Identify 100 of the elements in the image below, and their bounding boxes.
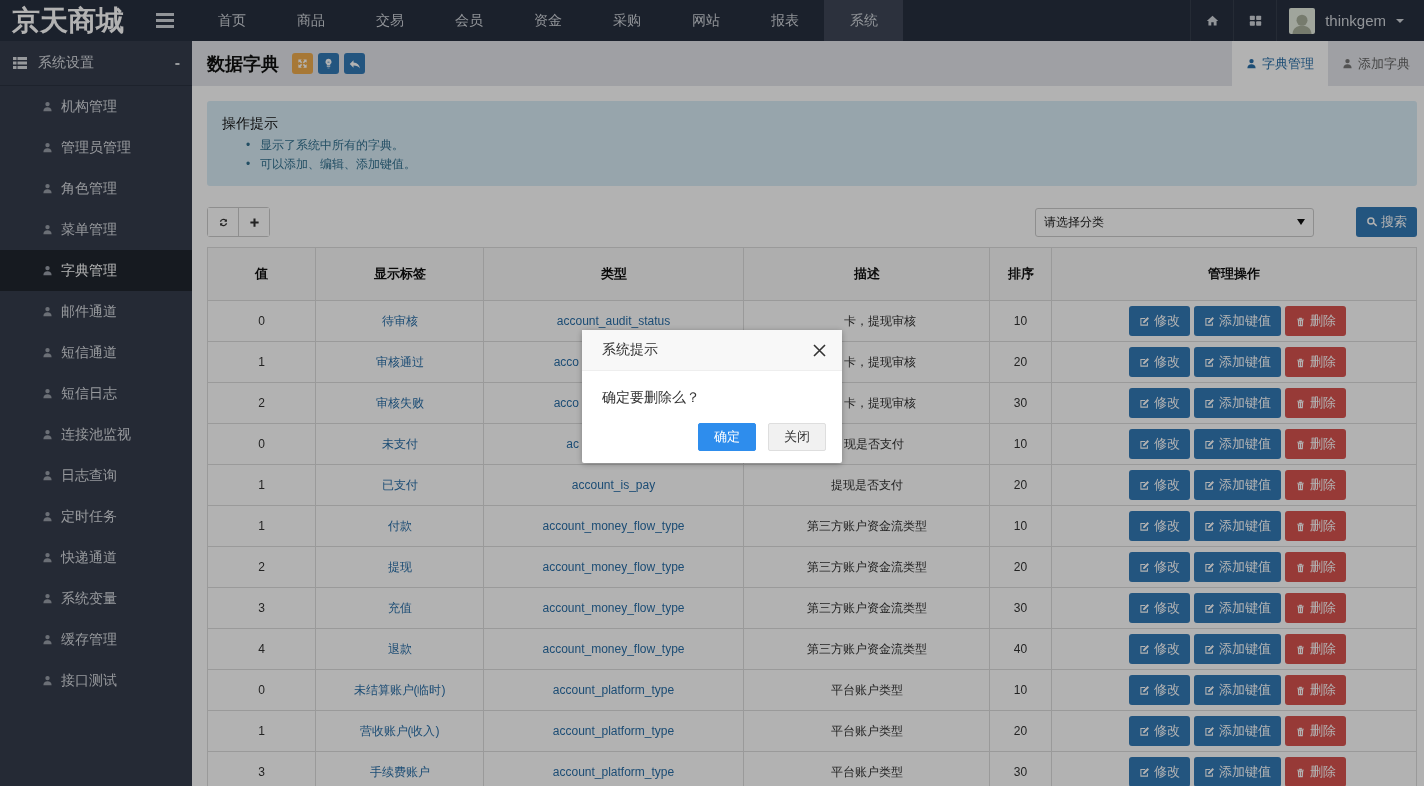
sidebar-item[interactable]: 日志查询 [0,455,192,496]
delete-button[interactable]: 删除 [1284,716,1346,746]
nav-tab[interactable]: 资金 [508,0,587,41]
sidebar-item[interactable]: 短信通道 [0,332,192,373]
menu-icon[interactable] [156,13,174,28]
user-icon [42,634,53,645]
edit-button[interactable]: 修改 [1128,757,1190,786]
add-key-button[interactable]: 添加键值 [1193,511,1281,541]
add-key-button[interactable]: 添加键值 [1193,675,1281,705]
add-key-button[interactable]: 添加键值 [1193,716,1281,746]
delete-button[interactable]: 删除 [1284,511,1346,541]
edit-button[interactable]: 修改 [1128,388,1190,418]
sidebar-item[interactable]: 角色管理 [0,168,192,209]
nav-tab[interactable]: 采购 [587,0,666,41]
add-key-button[interactable]: 添加键值 [1193,470,1281,500]
label-cell: 未结算账户(临时) [315,669,484,711]
edit-icon [1203,520,1215,532]
home-icon [1205,14,1219,27]
description-cell: 平台账户类型 [743,669,990,711]
dialog-title: 系统提示 [602,341,659,359]
add-key-button[interactable]: 添加键值 [1193,388,1281,418]
edit-icon [1203,602,1215,614]
sidebar-item[interactable]: 连接池监视 [0,414,192,455]
tip-button[interactable] [318,53,339,74]
delete-button[interactable]: 删除 [1284,634,1346,664]
table-cell: 3 [207,751,316,786]
grid-icon [1248,14,1262,27]
add-key-button[interactable]: 添加键值 [1193,306,1281,336]
nav-tab[interactable]: 商品 [271,0,350,41]
delete-button[interactable]: 删除 [1284,552,1346,582]
confirm-button[interactable]: 确定 [698,423,756,451]
close-button[interactable]: 关闭 [768,423,826,451]
edit-button[interactable]: 修改 [1128,675,1190,705]
tip-text: 可以添加、编辑、添加键值。 [260,155,417,172]
edit-button[interactable]: 修改 [1128,347,1190,377]
edit-button[interactable]: 修改 [1128,716,1190,746]
nav-tab[interactable]: 交易 [350,0,429,41]
search-button[interactable]: 搜索 [1356,207,1417,237]
sidebar-item[interactable]: 系统变量 [0,578,192,619]
delete-button[interactable]: 删除 [1284,429,1346,459]
add-button[interactable] [238,208,269,236]
nav-tab[interactable]: 会员 [429,0,508,41]
delete-button[interactable]: 删除 [1284,347,1346,377]
sidebar-item[interactable]: 缓存管理 [0,619,192,660]
edit-icon [1138,315,1150,327]
add-key-button[interactable]: 添加键值 [1193,429,1281,459]
edit-button[interactable]: 修改 [1128,470,1190,500]
column-header: 管理操作 [1051,247,1417,301]
edit-button[interactable]: 修改 [1128,593,1190,623]
page-tab[interactable]: 字典管理 [1232,41,1328,86]
nav-tab[interactable]: 首页 [192,0,271,41]
label-cell: 审核通过 [315,341,484,383]
add-key-button[interactable]: 添加键值 [1193,757,1281,786]
sidebar-item[interactable]: 接口测试 [0,660,192,701]
description-cell: 第三方账户资金流类型 [743,546,990,588]
edit-icon [1138,479,1150,491]
edit-icon [1203,766,1215,778]
back-button[interactable] [344,53,365,74]
edit-icon [1138,397,1150,409]
edit-button[interactable]: 修改 [1128,552,1190,582]
nav-tab[interactable]: 网站 [666,0,745,41]
delete-button[interactable]: 删除 [1284,675,1346,705]
edit-icon [1138,561,1150,573]
description-cell: 第三方账户资金流类型 [743,628,990,670]
reply-icon [348,57,361,70]
nav-tab[interactable]: 系统 [824,0,903,41]
delete-button[interactable]: 删除 [1284,593,1346,623]
sidebar-item[interactable]: 字典管理 [0,250,192,291]
description-cell: 第三方账户资金流类型 [743,587,990,629]
close-icon[interactable] [813,343,826,357]
sidebar-item[interactable]: 短信日志 [0,373,192,414]
user-icon [42,101,53,112]
collapse-toggle[interactable]: - [174,54,180,72]
edit-button[interactable]: 修改 [1128,511,1190,541]
label-cell: 已支付 [315,464,484,506]
sidebar-item[interactable]: 定时任务 [0,496,192,537]
sidebar-item[interactable]: 菜单管理 [0,209,192,250]
table-cell: 10 [989,505,1052,547]
category-select[interactable]: 请选择分类 [1035,207,1314,237]
add-key-button[interactable]: 添加键值 [1193,634,1281,664]
sidebar-item[interactable]: 管理员管理 [0,127,192,168]
delete-button[interactable]: 删除 [1284,306,1346,336]
sidebar-item[interactable]: 快递通道 [0,537,192,578]
delete-button[interactable]: 删除 [1284,470,1346,500]
sidebar-item[interactable]: 机构管理 [0,86,192,127]
delete-button[interactable]: 删除 [1284,388,1346,418]
add-key-button[interactable]: 添加键值 [1193,347,1281,377]
edit-button[interactable]: 修改 [1128,634,1190,664]
edit-button[interactable]: 修改 [1128,429,1190,459]
description-cell: 提现是否支付 [743,464,990,506]
edit-icon [1203,561,1215,573]
sidebar-item[interactable]: 邮件通道 [0,291,192,332]
sidebar-group-label: 系统设置 [38,54,95,72]
edit-button[interactable]: 修改 [1128,306,1190,336]
nav-tab[interactable]: 报表 [745,0,824,41]
add-key-button[interactable]: 添加键值 [1193,593,1281,623]
table-cell: 1 [207,505,316,547]
table-cell: 30 [989,587,1052,629]
delete-button[interactable]: 删除 [1284,757,1346,786]
add-key-button[interactable]: 添加键值 [1193,552,1281,582]
